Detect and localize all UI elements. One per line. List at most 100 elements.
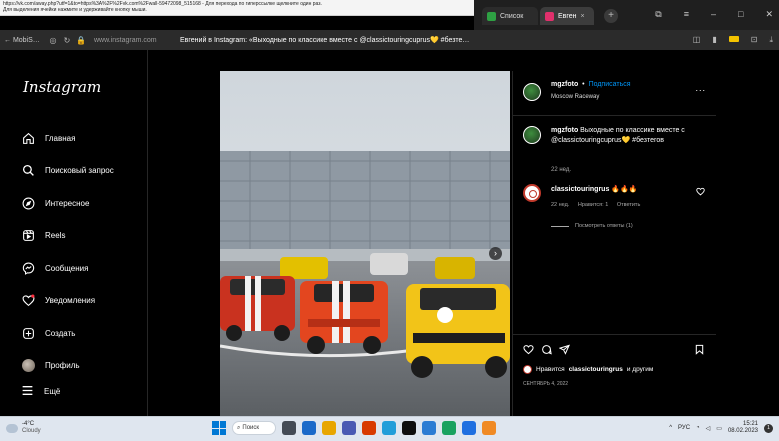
language-indicator[interactable]: РУС <box>678 425 690 431</box>
download-icon[interactable]: ⤓ <box>769 35 773 45</box>
share-icon[interactable] <box>559 344 570 355</box>
lock-icon: 🔒 <box>76 35 86 45</box>
taskbar-app-icon[interactable] <box>342 421 356 435</box>
url-field[interactable]: www.instagram.com <box>94 37 180 44</box>
bookmark-icon[interactable]: ▮ <box>712 35 716 45</box>
likes-username[interactable]: classictouringrus <box>569 366 623 373</box>
close-window-icon[interactable]: ✕ <box>765 9 773 20</box>
taskbar-app-icon[interactable] <box>402 421 416 435</box>
clock-date: 08.02.2023 <box>727 428 758 434</box>
bookmark-save-icon[interactable] <box>694 344 705 355</box>
post-photo[interactable]: › <box>220 71 510 416</box>
cloud-icon <box>6 423 18 433</box>
caption-username[interactable]: mgzfoto <box>551 127 578 134</box>
back-button[interactable]: ← MobiS… <box>0 37 46 44</box>
tab-spisok[interactable]: Список <box>482 7 538 25</box>
page-title: Евгений в Instagram: «Выходные по класси… <box>180 37 470 44</box>
temperature: -4°C <box>22 421 35 427</box>
reader-icon[interactable]: ⊡ <box>751 35 758 45</box>
sidebar-item-reels[interactable]: Reels <box>21 220 114 253</box>
tab-instagram[interactable]: Евген × <box>540 7 594 25</box>
messenger-icon <box>21 261 35 275</box>
battery-icon <box>728 36 739 42</box>
volume-icon[interactable]: ◁ <box>706 425 711 432</box>
sidebar-item-home[interactable]: Главная <box>21 122 114 155</box>
taskbar-app-icon[interactable] <box>422 421 436 435</box>
tray-chevron-icon[interactable]: ^ <box>669 425 672 431</box>
tabs-icon[interactable]: ⧉ <box>655 9 661 20</box>
taskbar-app-icon[interactable] <box>302 421 316 435</box>
new-tab-button[interactable]: + <box>604 9 618 23</box>
post-header: mgzfoto • Подписаться Moscow Raceway ... <box>513 71 716 116</box>
instagram-logo[interactable]: Instagram <box>23 78 101 96</box>
sidebar-item-label: Профиль <box>45 361 80 371</box>
compass-icon <box>21 196 35 210</box>
taskbar-app-icon[interactable] <box>282 421 296 435</box>
post-actions: Нравится classictouringrus и другим СЕНТ… <box>513 334 716 416</box>
weather-condition: Cloudy <box>22 428 41 434</box>
reload-icon[interactable]: ↻ <box>60 36 74 45</box>
taskbar-app-icon[interactable] <box>382 421 396 435</box>
taskbar-search[interactable]: ⌕ Поиск <box>232 421 276 435</box>
author-avatar[interactable] <box>523 83 541 101</box>
taskbar-apps: ⌕ Поиск <box>212 421 496 435</box>
liker-avatar <box>523 365 532 374</box>
caption-avatar[interactable] <box>523 126 541 144</box>
taskbar-app-icon[interactable] <box>322 421 336 435</box>
likes-prefix: Нравится <box>536 366 565 373</box>
sidebar-item-explore[interactable]: Интересное <box>21 187 114 220</box>
clock[interactable]: 15:21 08.02.2023 <box>728 421 758 435</box>
sidebar-item-label: Сообщения <box>45 263 89 273</box>
search-icon <box>21 164 35 178</box>
comment-username[interactable]: classictouringrus <box>551 186 609 193</box>
comment-avatar[interactable] <box>523 184 541 202</box>
follow-button[interactable]: Подписаться <box>589 81 631 88</box>
extension-icon[interactable]: ◫ <box>693 35 701 45</box>
taskbar-app-icon[interactable] <box>482 421 496 435</box>
more-options-icon[interactable]: ... <box>695 83 706 93</box>
like-icon[interactable] <box>523 344 534 355</box>
shield-icon[interactable]: ◎ <box>46 36 60 45</box>
screen: https://vk.com/away.php?utf=1&to=https%3… <box>0 0 779 441</box>
battery-tray-icon[interactable]: ▭ <box>716 425 722 432</box>
sidebar-item-profile[interactable]: Профиль <box>21 350 114 383</box>
notification-badge[interactable]: 1 <box>764 423 773 433</box>
next-photo-button[interactable]: › <box>489 247 502 260</box>
sidebar-more[interactable]: Ещё <box>21 384 60 399</box>
home-icon <box>21 131 35 145</box>
heart-icon <box>21 294 35 308</box>
taskbar-app-icon[interactable] <box>462 421 476 435</box>
comment-icon[interactable] <box>541 344 552 355</box>
view-replies-label: Посмотреть ответы (1) <box>575 223 633 229</box>
sidebar-item-create[interactable]: Создать <box>21 317 114 350</box>
sidebar-item-notifications[interactable]: Уведомления <box>21 285 114 318</box>
system-tray: ^ РУС ◔ ◁ ▭ 15:21 08.02.2023 1 <box>669 421 773 435</box>
close-tab-icon[interactable]: × <box>581 13 585 20</box>
comment-likes[interactable]: Нравится: 1 <box>578 202 608 208</box>
comment-like-icon[interactable] <box>696 187 705 196</box>
reply-link[interactable]: Ответить <box>617 202 641 208</box>
minimize-icon[interactable]: – <box>711 9 716 20</box>
author-username[interactable]: mgzfoto <box>551 81 578 88</box>
likes-suffix[interactable]: и другим <box>627 366 654 373</box>
search-icon: ⌕ <box>237 424 241 431</box>
post-modal: › mgzfoto • Подписаться Moscow Raceway .… <box>220 71 716 416</box>
taskbar-search-label: Поиск <box>242 425 260 431</box>
taskbar-app-icon[interactable] <box>442 421 456 435</box>
wifi-icon[interactable]: ◔ <box>696 425 700 431</box>
race-photo-image <box>220 71 510 416</box>
start-button-icon[interactable] <box>212 421 226 435</box>
maximize-icon[interactable]: □ <box>738 9 743 20</box>
post-location[interactable]: Moscow Raceway <box>551 94 599 100</box>
view-replies[interactable]: Посмотреть ответы (1) <box>551 223 633 229</box>
taskbar-app-icon[interactable] <box>362 421 376 435</box>
menu-icon[interactable]: ≡ <box>684 9 689 20</box>
sidebar-menu: Главная Поисковый запрос Интересное Reel… <box>21 122 114 382</box>
weather-text: -4°C Cloudy <box>22 421 41 435</box>
sidebar-item-search[interactable]: Поисковый запрос <box>21 155 114 188</box>
weather-widget[interactable]: -4°C Cloudy <box>6 421 41 435</box>
likes-line: Нравится classictouringrus и другим <box>523 365 653 374</box>
browser-tab-bar: Список Евген × + ⧉ ≡ – □ ✕ <box>474 0 779 30</box>
link-tooltip: https://vk.com/away.php?utf=1&to=https%3… <box>0 0 474 16</box>
sidebar-item-messages[interactable]: Сообщения <box>21 252 114 285</box>
